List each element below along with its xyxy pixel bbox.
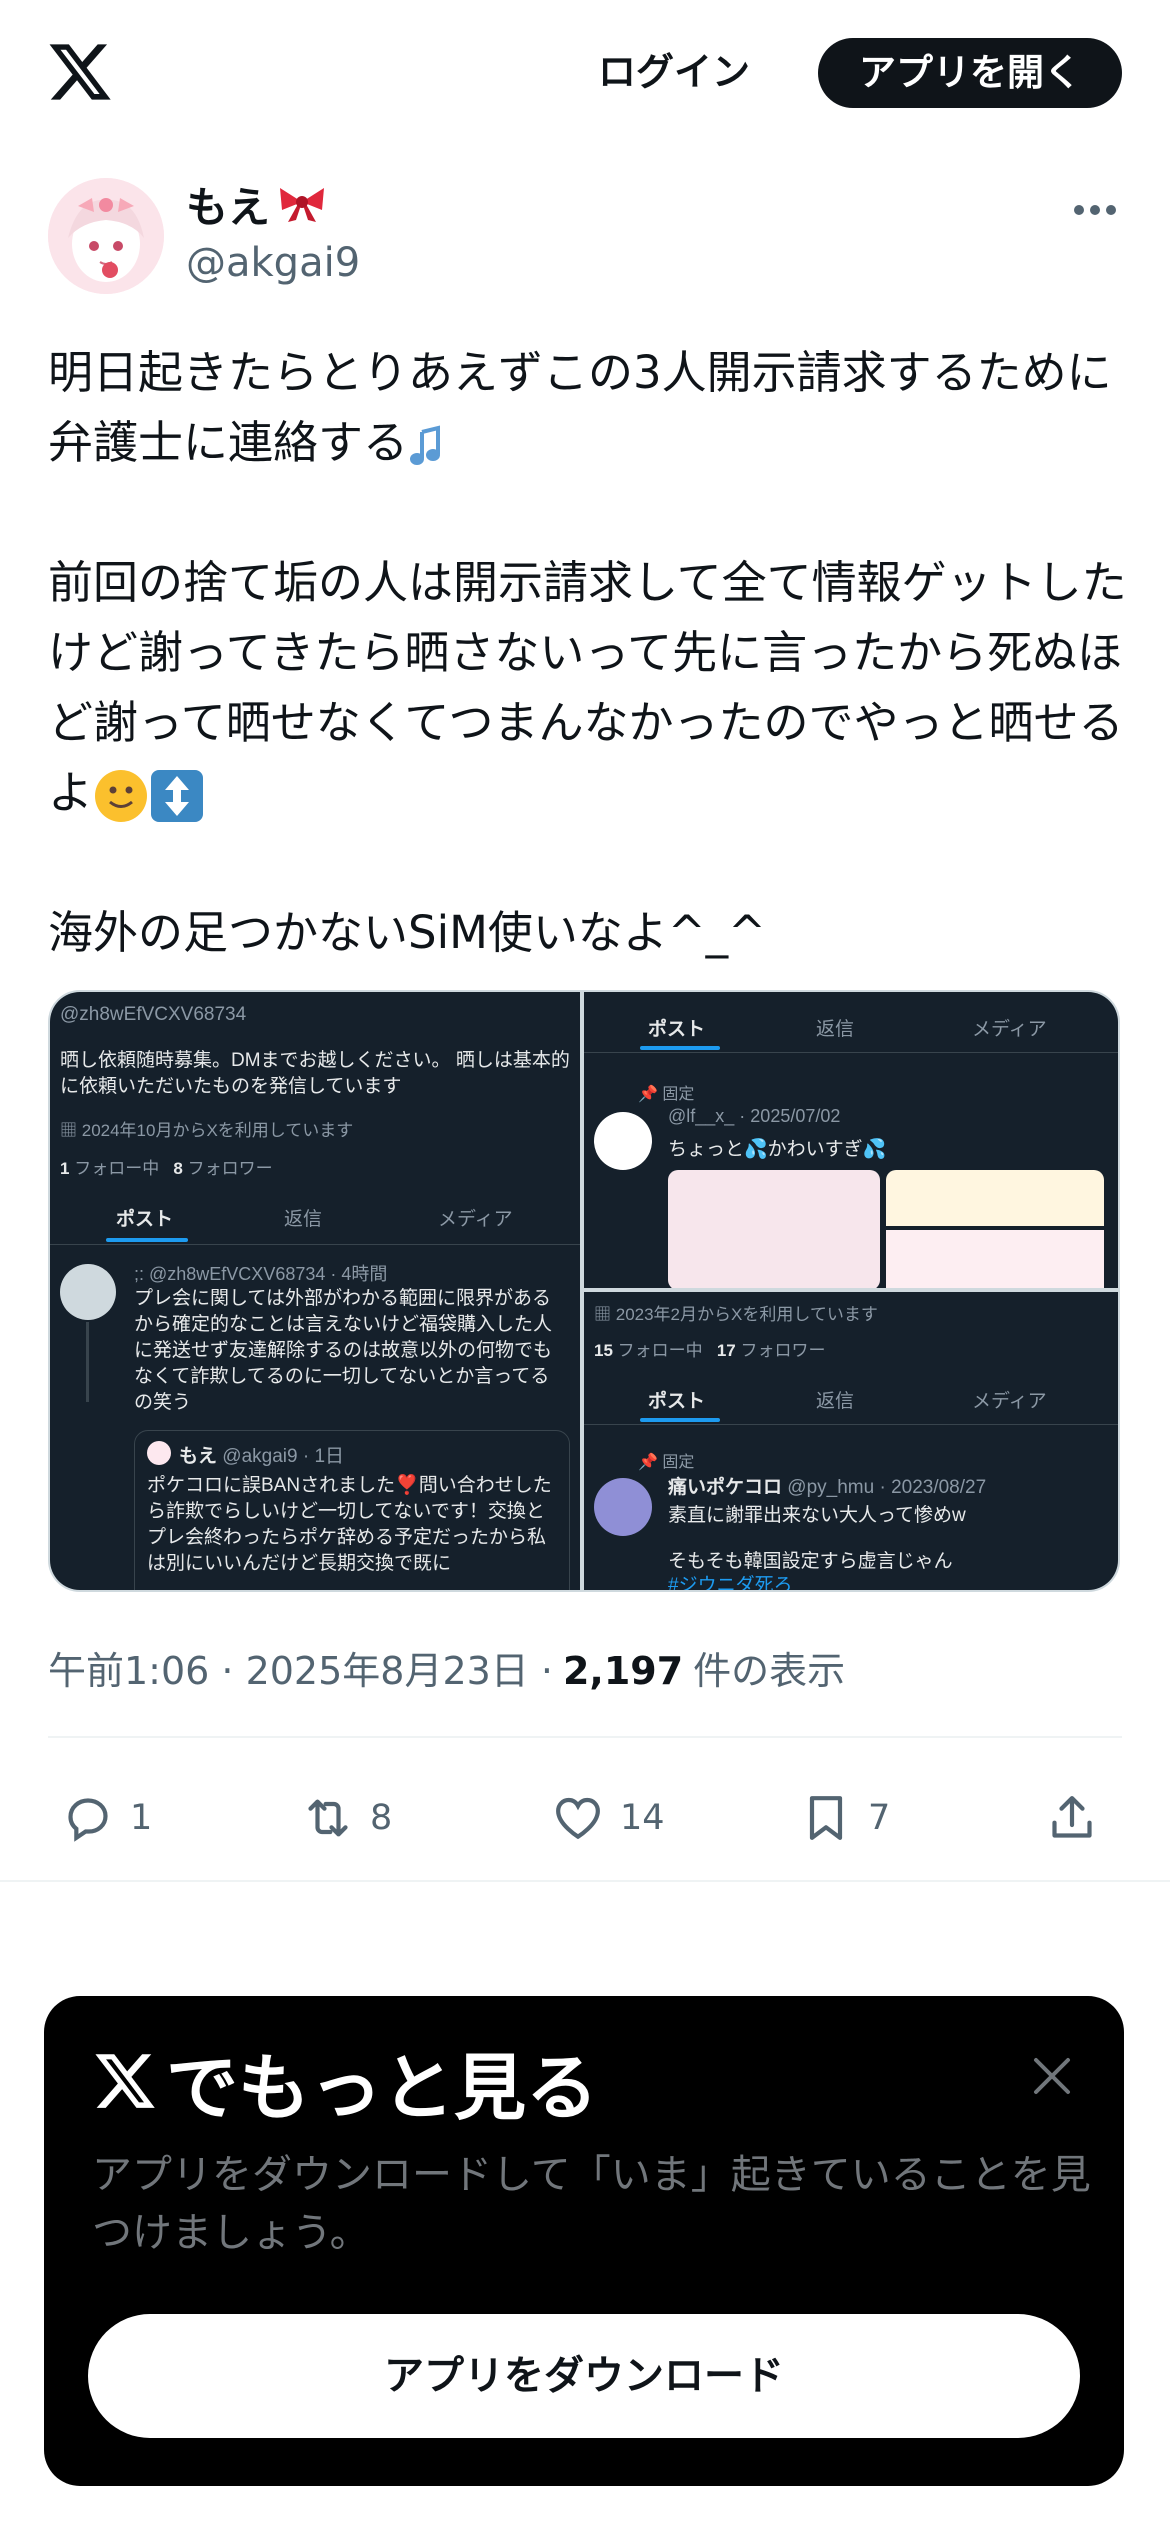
author-display-name[interactable]: もえ [186,174,270,235]
promo-title-text: でもっと見る [166,2045,599,2130]
action-bar: 1 8 14 7 [0,1778,1170,1858]
screenshot-follow-counts: 1 フォロー中 8 フォロワー [60,1159,273,1178]
screenshot-photo [668,1170,880,1288]
divider [0,1880,1170,1882]
promo-description: アプリをダウンロードして「いま」起きていることを見つけましょう。 [92,2152,1091,2256]
screenshot-handle: @zh8wEfVCXV68734 [60,1004,247,1025]
screenshot-tweet-meta: @lf__x_ · 2025/07/02 [668,1106,841,1126]
up-down-arrow-icon [151,770,204,822]
screenshot-tab-media: メディア [438,1209,513,1230]
x-logo-icon[interactable] [46,38,114,106]
quote-text: ポケコロに誤BANされました❣️問い合わせしたら詐欺でらしいけど一切してないです… [147,1475,552,1574]
top-bar: ログイン アプリを開く [0,0,1170,150]
screenshot-tab-posts: ポスト [648,1391,706,1412]
screenshot-hashtag: #ジウニダ死ろ [668,1575,793,1590]
tab-indicator [640,1418,720,1422]
screenshot-follow-counts: 15 フォロー中 17 フォロワー [594,1341,826,1360]
like-count: 14 [620,1798,665,1838]
screenshot-tweet-text: 素直に謝罪出来ない大人って惨めw [668,1505,966,1526]
media-grid[interactable]: @zh8wEfVCXV68734 晒し依頼随時募集。DMまでお越しください。 晒… [48,990,1120,1592]
media-image-3[interactable]: ▦ 2023年2月からXを利用しています 15 フォロー中 17 フォロワー ポ… [584,1292,1118,1590]
close-icon[interactable] [1030,2054,1074,2098]
divider [50,1244,580,1245]
pin-icon: 📌 [638,1086,663,1103]
repost-button[interactable]: 8 [300,1778,392,1858]
screenshot-avatar [594,1112,652,1170]
heart-icon [556,1797,600,1840]
musical-notes-icon [410,425,441,465]
screenshot-photo [886,1230,1104,1288]
views-label: 件の表示 [693,1649,846,1693]
divider [48,1736,1122,1738]
repost-count: 8 [370,1798,393,1838]
post-meta: 午前1:06 · 2025年8月23日 · 2,197 件の表示 [48,1640,845,1695]
screenshot-tweet-text-2: そもそも韓国設定すら虚言じゃん [668,1551,953,1572]
tab-indicator [106,1238,188,1242]
screenshot-avatar [60,1264,116,1320]
screenshot-photo [886,1170,1104,1226]
divider [584,1052,1118,1053]
screenshot-joined: ▦ 2023年2月からXを利用しています [594,1305,878,1324]
screenshot-tab-media: メディア [972,1019,1047,1040]
screenshot-tweet-meta: ;: @zh8wEfVCXV68734 · 4時間 [134,1264,388,1284]
screenshot-tab-replies: 返信 [816,1019,855,1040]
tweet-text: 明日起きたらとりあえずこの3人開示請求するために弁護士に連絡する 前回の捨て垢の… [48,338,1128,968]
pinned-label: 📌 固定 [638,1086,695,1103]
screenshot-tweet-text: ちょっと💦かわいすぎ💦 [668,1139,887,1160]
reply-icon [68,1798,108,1842]
tweet-paragraph: 前回の捨て垢の人は開示請求して全て情報ゲットしたけど謝ってきたら晒さないって先に… [48,548,1128,828]
quote-author: もえ @akgai9 · 1日 [179,1446,345,1467]
author-name-row[interactable]: もえ [186,176,328,232]
quote-avatar [147,1441,171,1465]
download-app-button[interactable]: アプリをダウンロード [88,2314,1080,2438]
screenshot-tab-replies: 返信 [284,1209,323,1230]
repost-icon [308,1799,348,1837]
tab-indicator [640,1046,720,1050]
screenshot-avatar [594,1478,652,1536]
login-link[interactable]: ログイン [598,44,750,100]
screenshot-quote-card: もえ @akgai9 · 1日 ポケコロに誤BANされました❣️問い合わせしたら… [134,1430,570,1590]
screenshot-joined: ▦ 2024年10月からXを利用しています [60,1121,354,1140]
bookmark-count: 7 [868,1798,891,1838]
like-button[interactable]: 14 [550,1778,665,1858]
screenshot-tweet-header: 痛いポケコロ @py_hmu · 2023/08/27 [668,1477,987,1498]
views-count: 2,197 [562,1649,684,1693]
screenshot-tab-posts: ポスト [116,1209,174,1230]
share-button[interactable] [1044,1778,1100,1858]
screenshot-tweet-text: プレ会に関しては外部がわかる範囲に限界があるから確定的なことは言えないけど福袋購… [134,1288,553,1413]
reply-count: 1 [130,1798,153,1838]
screenshot-bio: 晒し依頼随時募集。DMまでお越しください。 晒しは基本的に依頼いただいたものを発… [60,1050,570,1097]
pin-icon: 📌 [638,1454,663,1471]
author-handle[interactable]: @akgai9 [186,240,360,286]
calendar-icon: ▦ [594,1305,616,1324]
x-logo-icon [95,2054,155,2108]
post-timestamp[interactable]: 午前1:06 · 2025年8月23日 · [48,1640,553,1695]
bookmark-button[interactable]: 7 [798,1778,890,1858]
share-icon [1052,1796,1092,1838]
screenshot-tab-replies: 返信 [816,1391,855,1412]
more-options-icon[interactable] [1070,190,1120,230]
promo-title: でもっと見る [92,2036,598,2130]
media-image-1[interactable]: @zh8wEfVCXV68734 晒し依頼随時募集。DMまでお越しください。 晒… [50,992,580,1590]
media-image-2[interactable]: ポスト 返信 メディア 📌 固定 @lf__x_ · 2025/07/02 ちょ… [584,992,1118,1288]
open-app-button[interactable]: アプリを開く [818,38,1122,108]
avatar[interactable] [48,178,164,294]
tweet-paragraph: 海外の足つかないSiM使いなよ^_^ [48,906,766,959]
divider [584,1424,1118,1425]
thread-line [86,1322,89,1402]
reply-button[interactable]: 1 [60,1778,152,1858]
calendar-icon: ▦ [60,1121,82,1140]
pinned-label: 📌 固定 [638,1454,695,1471]
tweet-paragraph: 明日起きたらとりあえずこの3人開示請求するために弁護士に連絡する [48,346,1112,469]
slightly-smiling-face-icon [95,770,148,822]
screenshot-tab-posts: ポスト [648,1019,706,1040]
screenshot-tab-media: メディア [972,1391,1047,1412]
app-promo-card: でもっと見る アプリをダウンロードして「いま」起きていることを見つけましょう。 … [44,1996,1124,2486]
ribbon-icon [280,188,325,222]
bookmark-icon [809,1796,843,1840]
